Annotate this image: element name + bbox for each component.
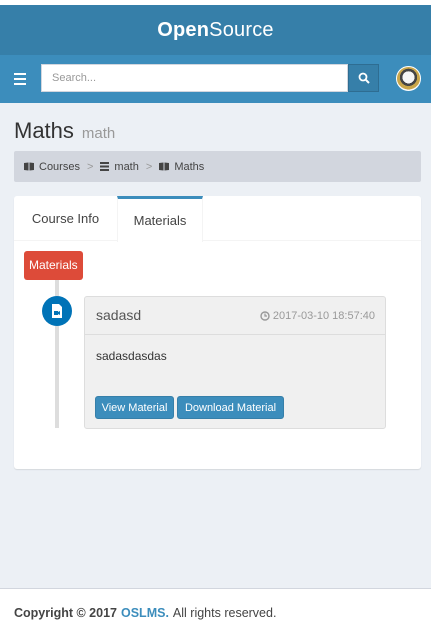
list-icon (100, 162, 110, 171)
search-button[interactable] (348, 64, 379, 92)
breadcrumb-separator: > (86, 160, 94, 173)
search-icon (358, 72, 370, 84)
tab-course-info[interactable]: Course Info (14, 196, 117, 241)
material-description: sadasdasdas (96, 349, 167, 363)
view-material-button[interactable]: View Material (95, 396, 174, 419)
timeline-item: sadasd 2017-03-10 18:57:40 sadasdasdas V… (84, 296, 386, 429)
breadcrumb-courses[interactable]: Courses (24, 161, 80, 173)
book-icon (159, 162, 170, 171)
footer: Copyright © 2017 OSLMS. All rights reser… (0, 588, 431, 636)
tab-bar: Course Info Materials (14, 196, 421, 242)
brand-link[interactable]: OSLMS. (121, 606, 169, 620)
course-box: Course Info Materials Materials sadasd 2… (14, 196, 421, 469)
search-input[interactable] (41, 64, 348, 92)
tab-materials[interactable]: Materials (117, 196, 203, 242)
menu-toggle-icon[interactable] (9, 68, 31, 90)
page-title: Maths (14, 118, 74, 143)
rights-text: All rights reserved. (172, 605, 277, 620)
breadcrumb-maths[interactable]: Maths (159, 161, 204, 173)
timeline-label: Materials (24, 251, 83, 280)
navbar (0, 55, 431, 103)
download-material-button[interactable]: Download Material (177, 396, 284, 419)
logo[interactable]: OpenSource (157, 19, 274, 42)
copyright-text: Copyright © 2017 (14, 605, 117, 620)
file-video-icon (42, 296, 72, 326)
page-subtitle: math (81, 125, 116, 142)
breadcrumb: Courses > math > Maths (14, 151, 421, 182)
logo-bar: OpenSource (0, 5, 431, 55)
content-header: Maths math (14, 118, 421, 144)
material-timestamp: 2017-03-10 18:57:40 (260, 310, 375, 322)
clock-icon (260, 311, 270, 321)
user-avatar[interactable] (396, 66, 421, 91)
timeline-item-header: sadasd 2017-03-10 18:57:40 (85, 297, 385, 335)
book-icon (24, 162, 34, 171)
material-title: sadasd (96, 307, 142, 323)
breadcrumb-separator: > (145, 160, 153, 173)
breadcrumb-math[interactable]: math (100, 161, 139, 173)
